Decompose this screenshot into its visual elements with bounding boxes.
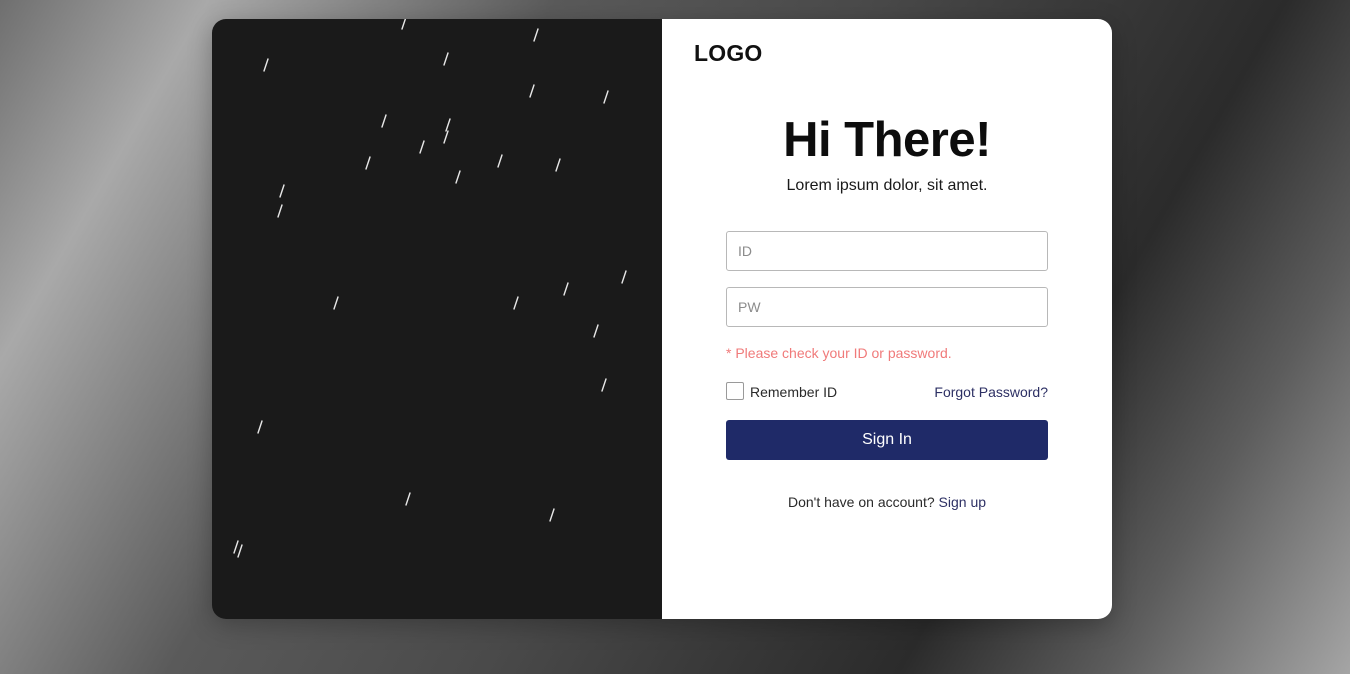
signup-prompt-text: Don't have on account? xyxy=(787,494,935,510)
rain-streak xyxy=(419,140,425,154)
rain-streak xyxy=(443,52,449,66)
rain-streak xyxy=(257,420,263,434)
rain-streak xyxy=(497,154,503,168)
signup-prompt-row: Don't have on account? Sign up xyxy=(662,494,1112,510)
login-form-panel: LOGO Hi There! Lorem ipsum dolor, sit am… xyxy=(662,19,1112,619)
rain-streak xyxy=(237,544,243,558)
rain-streak xyxy=(603,90,609,104)
page-subtitle: Lorem ipsum dolor, sit amet. xyxy=(786,177,988,194)
page-title: Hi There! xyxy=(783,113,991,167)
id-input[interactable] xyxy=(726,231,1048,271)
rain-streak xyxy=(401,19,407,30)
login-card: LOGO Hi There! Lorem ipsum dolor, sit am… xyxy=(212,19,1112,619)
rain-streak xyxy=(533,28,539,42)
rain-streak xyxy=(405,492,411,506)
remember-id-label: Remember ID xyxy=(750,384,838,400)
rain-streak xyxy=(549,508,555,522)
rain-streak xyxy=(279,184,285,198)
rain-streaks xyxy=(233,19,627,558)
remember-id-checkbox[interactable] xyxy=(726,382,744,400)
error-message: * Please check your ID or password. xyxy=(726,345,952,361)
rain-streak xyxy=(513,296,519,310)
rain-streak xyxy=(555,158,561,172)
rain-streak xyxy=(529,84,535,98)
rain-streak xyxy=(443,130,449,144)
forgot-password-link[interactable]: Forgot Password? xyxy=(934,384,1048,400)
rain-streak xyxy=(593,324,599,338)
sign-up-link[interactable]: Sign up xyxy=(939,494,986,510)
rain-streak xyxy=(233,540,239,554)
password-input[interactable] xyxy=(726,287,1048,327)
rain-streak xyxy=(277,204,283,218)
rain-streak xyxy=(263,58,269,72)
rain-streak xyxy=(455,170,461,184)
remember-id-toggle[interactable]: Remember ID xyxy=(726,382,837,400)
rain-streak xyxy=(621,270,627,284)
animated-rain-panel xyxy=(212,19,662,619)
rain-streak xyxy=(445,118,451,132)
rain-streak xyxy=(601,378,607,392)
logo: LOGO xyxy=(694,40,763,66)
rain-streak xyxy=(563,282,569,296)
sign-in-button[interactable]: Sign In xyxy=(726,420,1048,460)
rain-streak xyxy=(381,114,387,128)
rain-streak xyxy=(333,296,339,310)
rain-streak xyxy=(365,156,371,170)
